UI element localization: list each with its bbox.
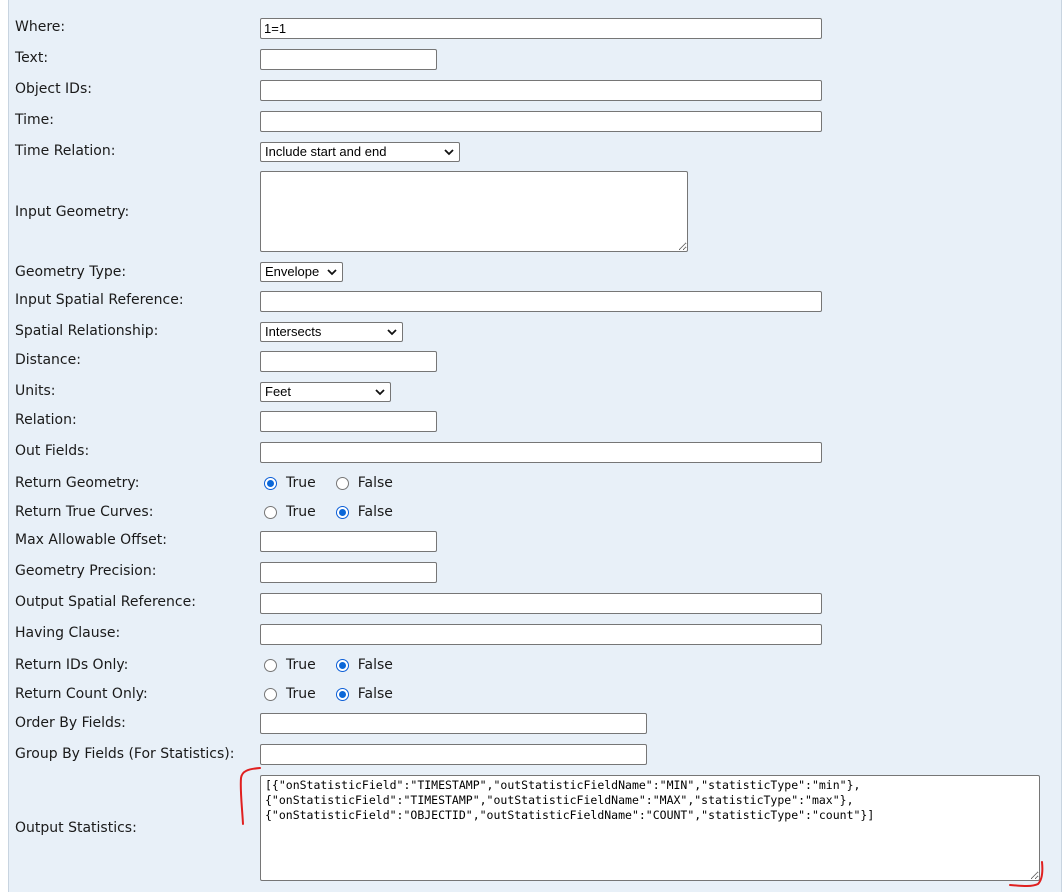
return-count-only-true-radio[interactable] <box>264 687 277 701</box>
return-geometry-label: Return Geometry: <box>15 475 140 491</box>
order-by-fields-label: Order By Fields: <box>15 715 126 731</box>
input-spatial-reference-label: Input Spatial Reference: <box>15 292 184 308</box>
relation-label: Relation: <box>15 412 77 428</box>
time-relation-select[interactable]: Include start and end <box>260 142 460 162</box>
return-true-curves-radio-group: True False <box>264 503 413 521</box>
object-ids-input[interactable] <box>260 80 822 101</box>
return-ids-only-true-radio[interactable] <box>264 658 277 672</box>
out-fields-input[interactable] <box>260 442 822 463</box>
geometry-type-selected: Envelope <box>265 264 320 279</box>
return-count-only-label: Return Count Only: <box>15 686 148 702</box>
chevron-down-icon <box>375 389 385 396</box>
out-fields-label: Out Fields: <box>15 443 90 459</box>
where-input[interactable] <box>260 18 822 39</box>
spatial-relationship-selected: Intersects <box>265 324 322 339</box>
output-statistics-textarea[interactable]: [{"onStatisticField":"TIMESTAMP","outSta… <box>260 775 1040 881</box>
return-true-curves-label: Return True Curves: <box>15 504 154 520</box>
units-label: Units: <box>15 383 56 399</box>
distance-label: Distance: <box>15 352 81 368</box>
return-true-curves-false-label[interactable]: False <box>358 504 393 520</box>
output-spatial-reference-input[interactable] <box>260 593 822 614</box>
chevron-down-icon <box>387 329 397 336</box>
return-ids-only-label: Return IDs Only: <box>15 657 129 673</box>
return-count-only-true-label[interactable]: True <box>286 686 316 702</box>
input-spatial-reference-input[interactable] <box>260 291 822 312</box>
output-statistics-label: Output Statistics: <box>15 820 137 836</box>
distance-input[interactable] <box>260 351 437 372</box>
geometry-precision-label: Geometry Precision: <box>15 563 157 579</box>
return-geometry-true-radio[interactable] <box>264 476 277 490</box>
return-true-curves-true-radio[interactable] <box>264 505 277 519</box>
units-select[interactable]: Feet <box>260 382 391 402</box>
return-count-only-false-radio[interactable] <box>335 687 349 701</box>
geometry-precision-input[interactable] <box>260 562 437 583</box>
geometry-type-label: Geometry Type: <box>15 264 127 280</box>
chevron-down-icon <box>327 269 337 276</box>
chevron-down-icon <box>444 149 454 156</box>
time-relation-selected: Include start and end <box>265 144 387 159</box>
input-geometry-label: Input Geometry: <box>15 204 130 220</box>
return-ids-only-false-radio[interactable] <box>335 658 349 672</box>
relation-input[interactable] <box>260 411 437 432</box>
where-label: Where: <box>15 19 66 35</box>
return-ids-only-radio-group: True False <box>264 656 413 674</box>
return-true-curves-true-label[interactable]: True <box>286 504 316 520</box>
order-by-fields-input[interactable] <box>260 713 647 734</box>
output-spatial-reference-label: Output Spatial Reference: <box>15 594 196 610</box>
max-allowable-offset-label: Max Allowable Offset: <box>15 532 167 548</box>
text-input[interactable] <box>260 49 437 70</box>
spatial-relationship-select[interactable]: Intersects <box>260 322 403 342</box>
return-geometry-radio-group: True False <box>264 474 413 492</box>
return-geometry-false-radio[interactable] <box>335 476 349 490</box>
return-count-only-radio-group: True False <box>264 685 413 703</box>
group-by-fields-label: Group By Fields (For Statistics): <box>15 746 235 762</box>
spatial-relationship-label: Spatial Relationship: <box>15 323 159 339</box>
having-clause-label: Having Clause: <box>15 625 121 641</box>
input-geometry-textarea[interactable] <box>260 171 688 252</box>
having-clause-input[interactable] <box>260 624 822 645</box>
return-true-curves-false-radio[interactable] <box>335 505 349 519</box>
geometry-type-select[interactable]: Envelope <box>260 262 343 282</box>
return-geometry-true-label[interactable]: True <box>286 475 316 491</box>
text-label: Text: <box>15 50 49 66</box>
object-ids-label: Object IDs: <box>15 81 92 97</box>
time-relation-label: Time Relation: <box>15 143 116 159</box>
time-input[interactable] <box>260 111 822 132</box>
max-allowable-offset-input[interactable] <box>260 531 437 552</box>
return-count-only-false-label[interactable]: False <box>358 686 393 702</box>
return-ids-only-true-label[interactable]: True <box>286 657 316 673</box>
return-geometry-false-label[interactable]: False <box>358 475 393 491</box>
time-label: Time: <box>15 112 54 128</box>
group-by-fields-input[interactable] <box>260 744 647 765</box>
return-ids-only-false-label[interactable]: False <box>358 657 393 673</box>
units-selected: Feet <box>265 384 292 399</box>
